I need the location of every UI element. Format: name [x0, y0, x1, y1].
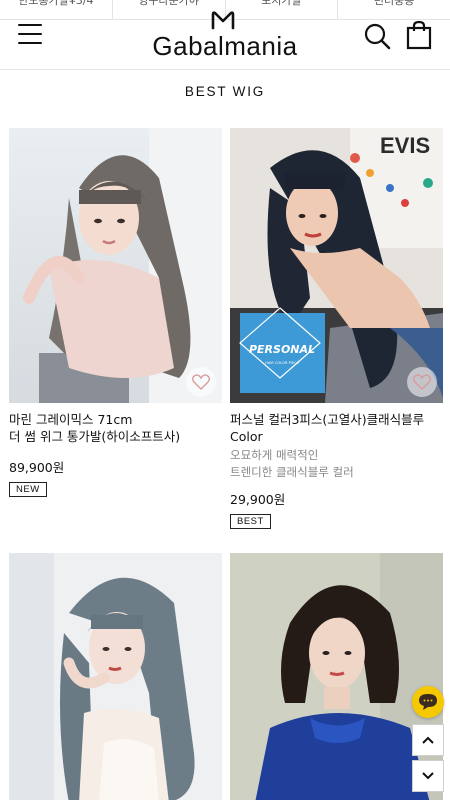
- chat-bubble-icon: [419, 694, 437, 710]
- site-logo[interactable]: Gabalmania: [140, 8, 310, 60]
- product-name-line: 마린 그레이믹스 71cm: [9, 412, 133, 427]
- personal-box-title: PERSONAL: [249, 343, 315, 356]
- logo-mark-icon: [211, 11, 235, 30]
- wishlist-heart-icon[interactable]: [407, 367, 437, 397]
- product-image: EVIS PERSONAL HAIR COLOR PIECE: [230, 128, 443, 403]
- product-photo[interactable]: [9, 553, 222, 800]
- product-card[interactable]: [9, 553, 222, 800]
- hamburger-menu-icon[interactable]: [18, 24, 42, 46]
- product-price: 89,900원: [9, 460, 65, 475]
- wall-text: EVIS: [380, 133, 430, 158]
- product-name[interactable]: 마린 그레이믹스 71cm 더 썸 위그 통가발(하이소프트사): [9, 411, 222, 445]
- product-badge: NEW: [9, 482, 47, 497]
- product-name-line: 퍼스널 컬러3피스(고열사)클래식블루: [230, 412, 425, 427]
- product-image: [9, 128, 222, 403]
- wishlist-heart-icon[interactable]: [186, 367, 216, 397]
- kakao-chat-button[interactable]: [412, 686, 444, 718]
- product-card[interactable]: 마린 그레이믹스 71cm 더 썸 위그 통가발(하이소프트사) 89,900원…: [9, 128, 222, 497]
- product-price: 29,900원: [230, 492, 286, 507]
- site-header: Gabalmania: [0, 0, 450, 70]
- chevron-up-icon: [422, 736, 434, 744]
- scroll-up-button[interactable]: [412, 724, 444, 756]
- logo-text: Gabalmania: [152, 31, 298, 61]
- product-name-line: Color: [230, 429, 263, 444]
- product-name-line: 더 썸 위그 통가발(하이소프트사): [9, 429, 181, 444]
- product-photo[interactable]: EVIS PERSONAL HAIR COLOR PIECE: [230, 128, 443, 403]
- section-title: BEST WIG: [184, 84, 266, 99]
- scroll-down-button[interactable]: [412, 760, 444, 792]
- product-description: 오묘하게 매력적인 트렌디한 클래식블루 컬러: [230, 447, 443, 481]
- product-description-line: 트렌디한 클래식블루 컬러: [230, 465, 354, 479]
- search-icon[interactable]: [363, 22, 391, 50]
- product-badge: BEST: [230, 514, 271, 529]
- product-photo[interactable]: [9, 128, 222, 403]
- product-description-line: 오묘하게 매력적인: [230, 448, 319, 462]
- product-image: [9, 553, 222, 800]
- personal-box-subtitle: HAIR COLOR PIECE: [265, 361, 300, 365]
- product-card[interactable]: EVIS PERSONAL HAIR COLOR PIECE 퍼스널 컬러3피스…: [230, 128, 443, 529]
- product-name[interactable]: 퍼스널 컬러3피스(고열사)클래식블루 Color: [230, 411, 443, 445]
- shopping-bag-icon[interactable]: [406, 20, 432, 50]
- chevron-down-icon: [422, 772, 434, 780]
